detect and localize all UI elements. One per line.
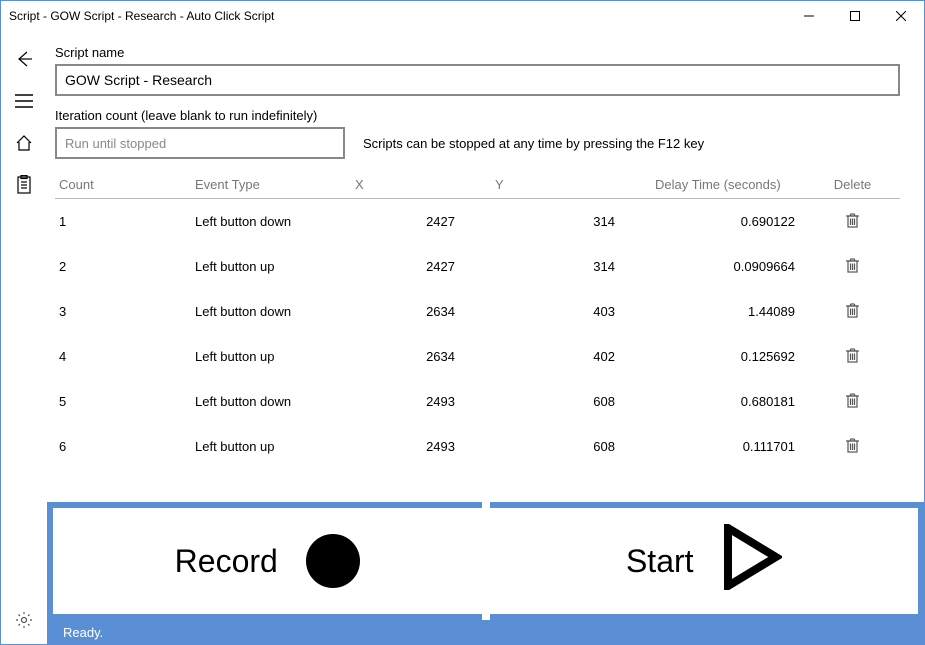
- cell-x: 2634: [355, 304, 495, 319]
- iteration-count-input[interactable]: [55, 127, 345, 159]
- script-name-input[interactable]: [55, 64, 900, 96]
- cell-x: 2493: [355, 394, 495, 409]
- col-event-header: Event Type: [195, 177, 355, 192]
- hint-text: Scripts can be stopped at any time by pr…: [363, 136, 704, 151]
- delete-icon[interactable]: [846, 438, 859, 456]
- cell-y: 314: [495, 214, 655, 229]
- cell-count: 3: [55, 304, 195, 319]
- cell-count: 2: [55, 259, 195, 274]
- home-icon[interactable]: [12, 131, 36, 155]
- cell-x: 2634: [355, 349, 495, 364]
- menu-icon[interactable]: [12, 89, 36, 113]
- back-icon[interactable]: [12, 47, 36, 71]
- cell-y: 608: [495, 439, 655, 454]
- cell-delay: 0.690122: [655, 214, 805, 229]
- script-name-label: Script name: [55, 45, 900, 60]
- cell-count: 5: [55, 394, 195, 409]
- cell-x: 2427: [355, 259, 495, 274]
- col-count-header: Count: [55, 177, 195, 192]
- delete-icon[interactable]: [846, 348, 859, 366]
- table-row[interactable]: 3Left button down26344031.44089: [55, 289, 900, 334]
- clipboard-icon[interactable]: [0, 173, 36, 197]
- start-label: Start: [626, 543, 694, 580]
- status-text: Ready.: [63, 625, 103, 640]
- window-title: Script - GOW Script - Research - Auto Cl…: [9, 9, 274, 23]
- cell-count: 1: [55, 214, 195, 229]
- table-row[interactable]: 4Left button up26344020.125692: [55, 334, 900, 379]
- status-bar: Ready.: [53, 620, 918, 644]
- table-header: Count Event Type X Y Delay Time (seconds…: [55, 169, 900, 199]
- cell-event: Left button down: [195, 304, 355, 319]
- delete-icon[interactable]: [846, 213, 859, 231]
- cell-x: 2427: [355, 214, 495, 229]
- cell-delay: 0.680181: [655, 394, 805, 409]
- cell-y: 608: [495, 394, 655, 409]
- table-row[interactable]: 1Left button down24273140.690122: [55, 199, 900, 244]
- cell-delay: 0.125692: [655, 349, 805, 364]
- title-bar: Script - GOW Script - Research - Auto Cl…: [1, 1, 924, 31]
- table-row[interactable]: 5Left button down24936080.680181: [55, 379, 900, 424]
- start-button[interactable]: Start: [490, 502, 919, 620]
- cell-event: Left button down: [195, 394, 355, 409]
- minimize-button[interactable]: [786, 1, 832, 31]
- cell-count: 4: [55, 349, 195, 364]
- cell-event: Left button down: [195, 214, 355, 229]
- sidebar: [1, 31, 47, 644]
- cell-y: 403: [495, 304, 655, 319]
- cell-event: Left button up: [195, 439, 355, 454]
- iteration-count-label: Iteration count (leave blank to run inde…: [55, 108, 345, 123]
- table-row[interactable]: 6Left button up24936080.111701: [55, 424, 900, 469]
- cell-delay: 1.44089: [655, 304, 805, 319]
- record-label: Record: [175, 543, 278, 580]
- settings-icon[interactable]: [12, 608, 36, 632]
- record-icon: [306, 534, 360, 588]
- cell-delay: 0.111701: [655, 439, 805, 454]
- close-button[interactable]: [878, 1, 924, 31]
- maximize-button[interactable]: [832, 1, 878, 31]
- cell-delay: 0.0909664: [655, 259, 805, 274]
- table-row[interactable]: 2Left button up24273140.0909664: [55, 244, 900, 289]
- play-icon: [722, 524, 782, 598]
- col-y-header: Y: [495, 177, 655, 192]
- cell-event: Left button up: [195, 349, 355, 364]
- delete-icon[interactable]: [846, 393, 859, 411]
- cell-y: 402: [495, 349, 655, 364]
- cell-count: 6: [55, 439, 195, 454]
- col-x-header: X: [355, 177, 495, 192]
- cell-x: 2493: [355, 439, 495, 454]
- delete-icon[interactable]: [846, 303, 859, 321]
- col-delete-header: Delete: [805, 177, 900, 192]
- cell-y: 314: [495, 259, 655, 274]
- record-button[interactable]: Record: [53, 502, 482, 620]
- col-delay-header: Delay Time (seconds): [655, 177, 805, 192]
- delete-icon[interactable]: [846, 258, 859, 276]
- cell-event: Left button up: [195, 259, 355, 274]
